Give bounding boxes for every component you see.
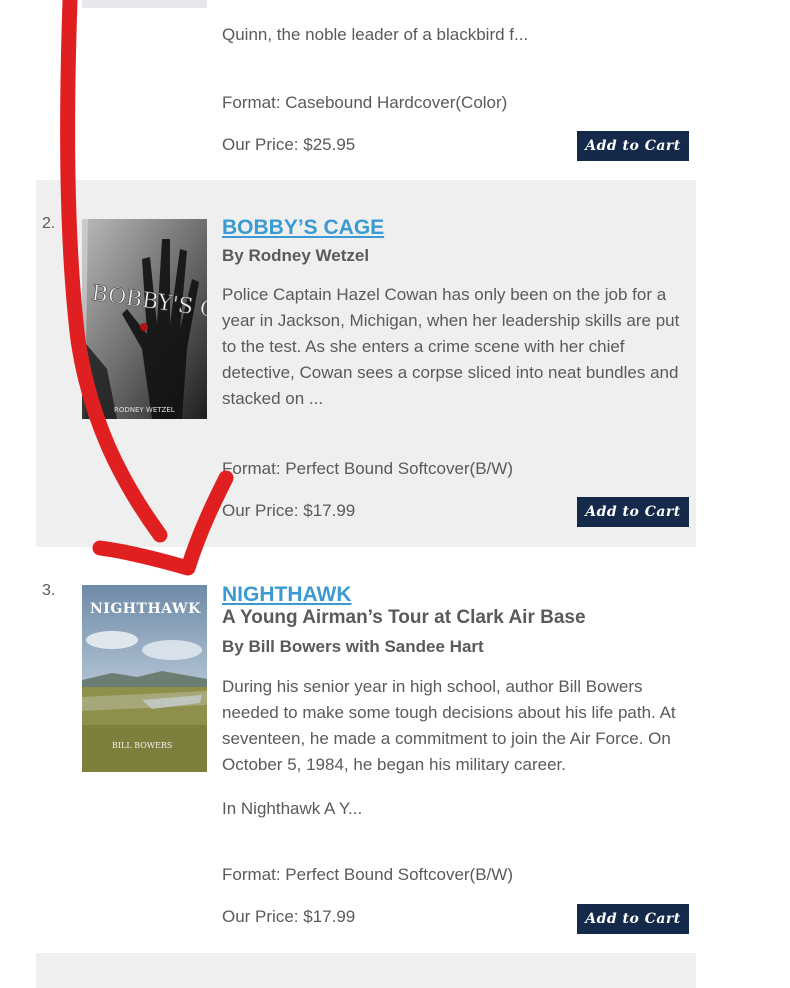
book-price: Our Price: $17.99 <box>222 907 356 926</box>
add-to-cart-button[interactable]: Add to Cart <box>577 904 689 934</box>
book-format: Format: Perfect Bound Softcover(B/W) <box>222 865 513 884</box>
cover-title: NIGHTHAWK <box>90 601 201 617</box>
list-item: Quinn, the noble leader of a blackbird f… <box>36 0 696 180</box>
book-price: Our Price: $17.99 <box>222 501 356 520</box>
book-subtitle: A Young Airman’s Tour at Clark Air Base <box>222 607 586 628</box>
book-author: By Rodney Wetzel <box>222 246 370 265</box>
book-description-continued: In Nighthawk A Y... <box>222 799 363 818</box>
item-number: 2. <box>42 215 56 232</box>
book-description: Police Captain Hazel Cowan has only been… <box>222 285 680 408</box>
book-cover[interactable] <box>82 0 207 8</box>
list-item <box>36 953 696 988</box>
book-cover[interactable]: NIGHTHAWK BILL BOWERS <box>82 585 207 772</box>
list-item: 2. BOBBY'S CAGE RODNEY WETZEL BOBBY’S CA… <box>36 180 696 547</box>
book-price: Our Price: $25.95 <box>222 135 356 154</box>
item-number: 3. <box>42 582 56 599</box>
book-cover[interactable]: BOBBY'S CAGE RODNEY WETZEL <box>82 219 207 419</box>
cover-author: BILL BOWERS <box>112 741 172 750</box>
book-format: Format: Perfect Bound Softcover(B/W) <box>222 459 513 478</box>
book-title-link[interactable]: NIGHTHAWK <box>222 583 352 607</box>
product-list: Quinn, the noble leader of a blackbird f… <box>0 0 790 988</box>
book-format: Format: Casebound Hardcover(Color) <box>222 93 508 112</box>
book-author: By Bill Bowers with Sandee Hart <box>222 637 484 656</box>
book-description: During his senior year in high school, a… <box>222 677 676 774</box>
add-to-cart-button[interactable]: Add to Cart <box>577 497 689 527</box>
cover-author: RODNEY WETZEL <box>114 406 175 414</box>
book-description: Quinn, the noble leader of a blackbird f… <box>222 25 529 44</box>
add-to-cart-button[interactable]: Add to Cart <box>577 131 689 161</box>
book-title-link[interactable]: BOBBY’S CAGE <box>222 216 384 240</box>
list-item: 3. NIGHTHAWK BILL BOWERS NIGHTHAWK A You… <box>36 547 696 953</box>
